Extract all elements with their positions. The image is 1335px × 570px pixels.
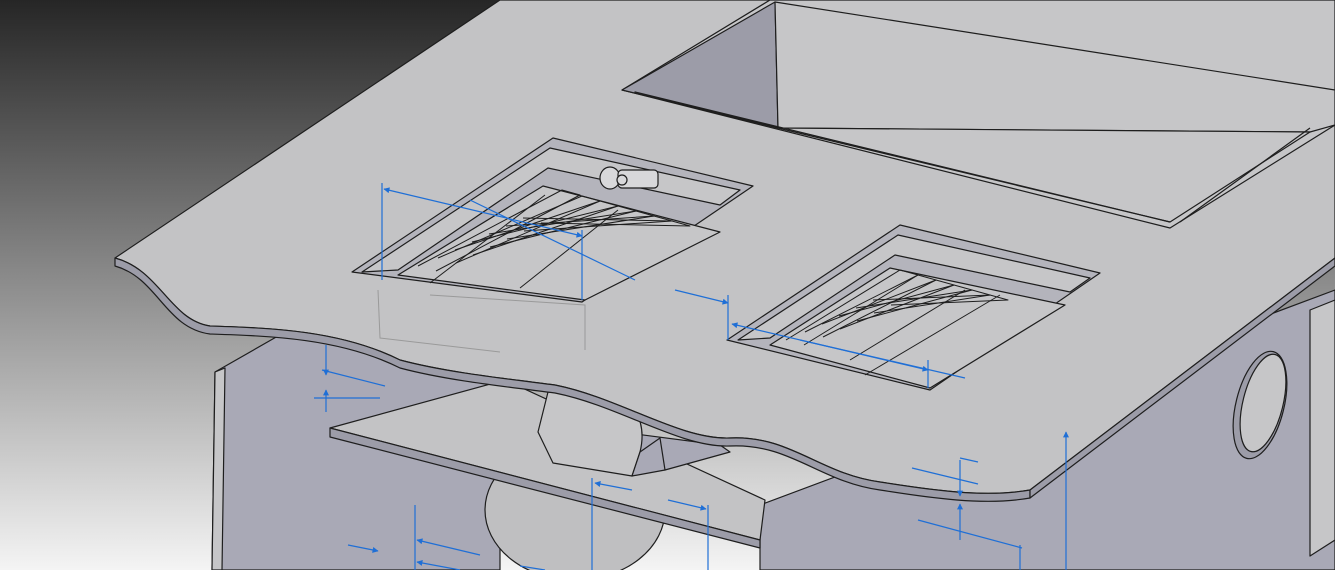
cad-model-view[interactable] bbox=[0, 0, 1335, 570]
right-panel-flange bbox=[1309, 299, 1335, 557]
latch-detail bbox=[599, 166, 659, 190]
model-edge bbox=[616, 174, 628, 186]
cad-viewport[interactable] bbox=[0, 0, 1335, 570]
